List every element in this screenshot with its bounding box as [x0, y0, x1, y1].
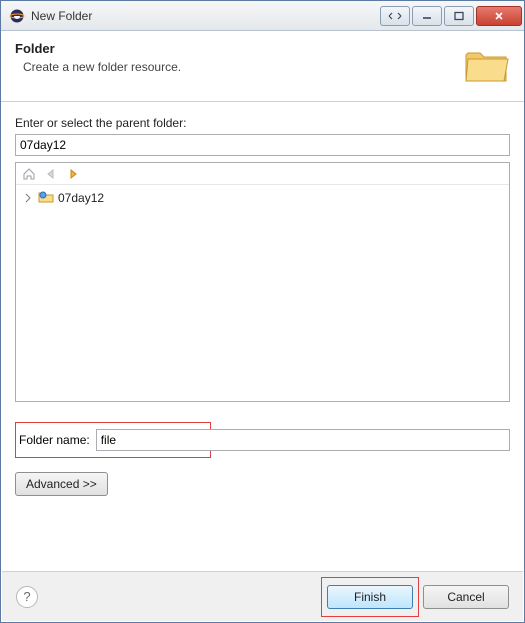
window-controls — [380, 6, 522, 26]
folder-tree-panel: 07day12 — [15, 162, 510, 402]
wizard-header: Folder Create a new folder resource. — [1, 31, 524, 102]
parent-folder-label: Enter or select the parent folder: — [15, 116, 510, 130]
folder-name-label: Folder name: — [19, 433, 90, 447]
home-icon[interactable] — [20, 165, 38, 183]
tree-body[interactable]: 07day12 — [16, 185, 509, 211]
wizard-description: Create a new folder resource. — [23, 60, 452, 74]
window-title: New Folder — [31, 9, 380, 23]
close-button[interactable] — [476, 6, 522, 26]
maximize-button[interactable] — [444, 6, 474, 26]
tree-toolbar — [16, 163, 509, 185]
finish-button[interactable]: Finish — [327, 585, 413, 609]
wizard-footer: ? Finish Cancel — [2, 571, 523, 621]
wizard-heading: Folder — [15, 41, 452, 56]
help-icon[interactable]: ? — [16, 586, 38, 608]
advanced-button[interactable]: Advanced >> — [15, 472, 108, 496]
tree-item-label: 07day12 — [58, 191, 104, 205]
folder-name-row: Folder name: — [15, 422, 510, 458]
wizard-body: Enter or select the parent folder: — [1, 102, 524, 504]
project-folder-icon — [38, 190, 54, 207]
folder-name-input[interactable] — [96, 429, 510, 451]
forward-icon[interactable] — [64, 165, 82, 183]
title-bar: New Folder — [1, 1, 524, 31]
parent-folder-input[interactable] — [15, 134, 510, 156]
folder-large-icon — [462, 41, 510, 89]
eclipse-icon — [9, 8, 25, 24]
back-icon[interactable] — [42, 165, 60, 183]
tree-expander-icon[interactable] — [22, 192, 34, 204]
window-dock-button[interactable] — [380, 6, 410, 26]
minimize-button[interactable] — [412, 6, 442, 26]
tree-item[interactable]: 07day12 — [22, 189, 503, 207]
cancel-button[interactable]: Cancel — [423, 585, 509, 609]
